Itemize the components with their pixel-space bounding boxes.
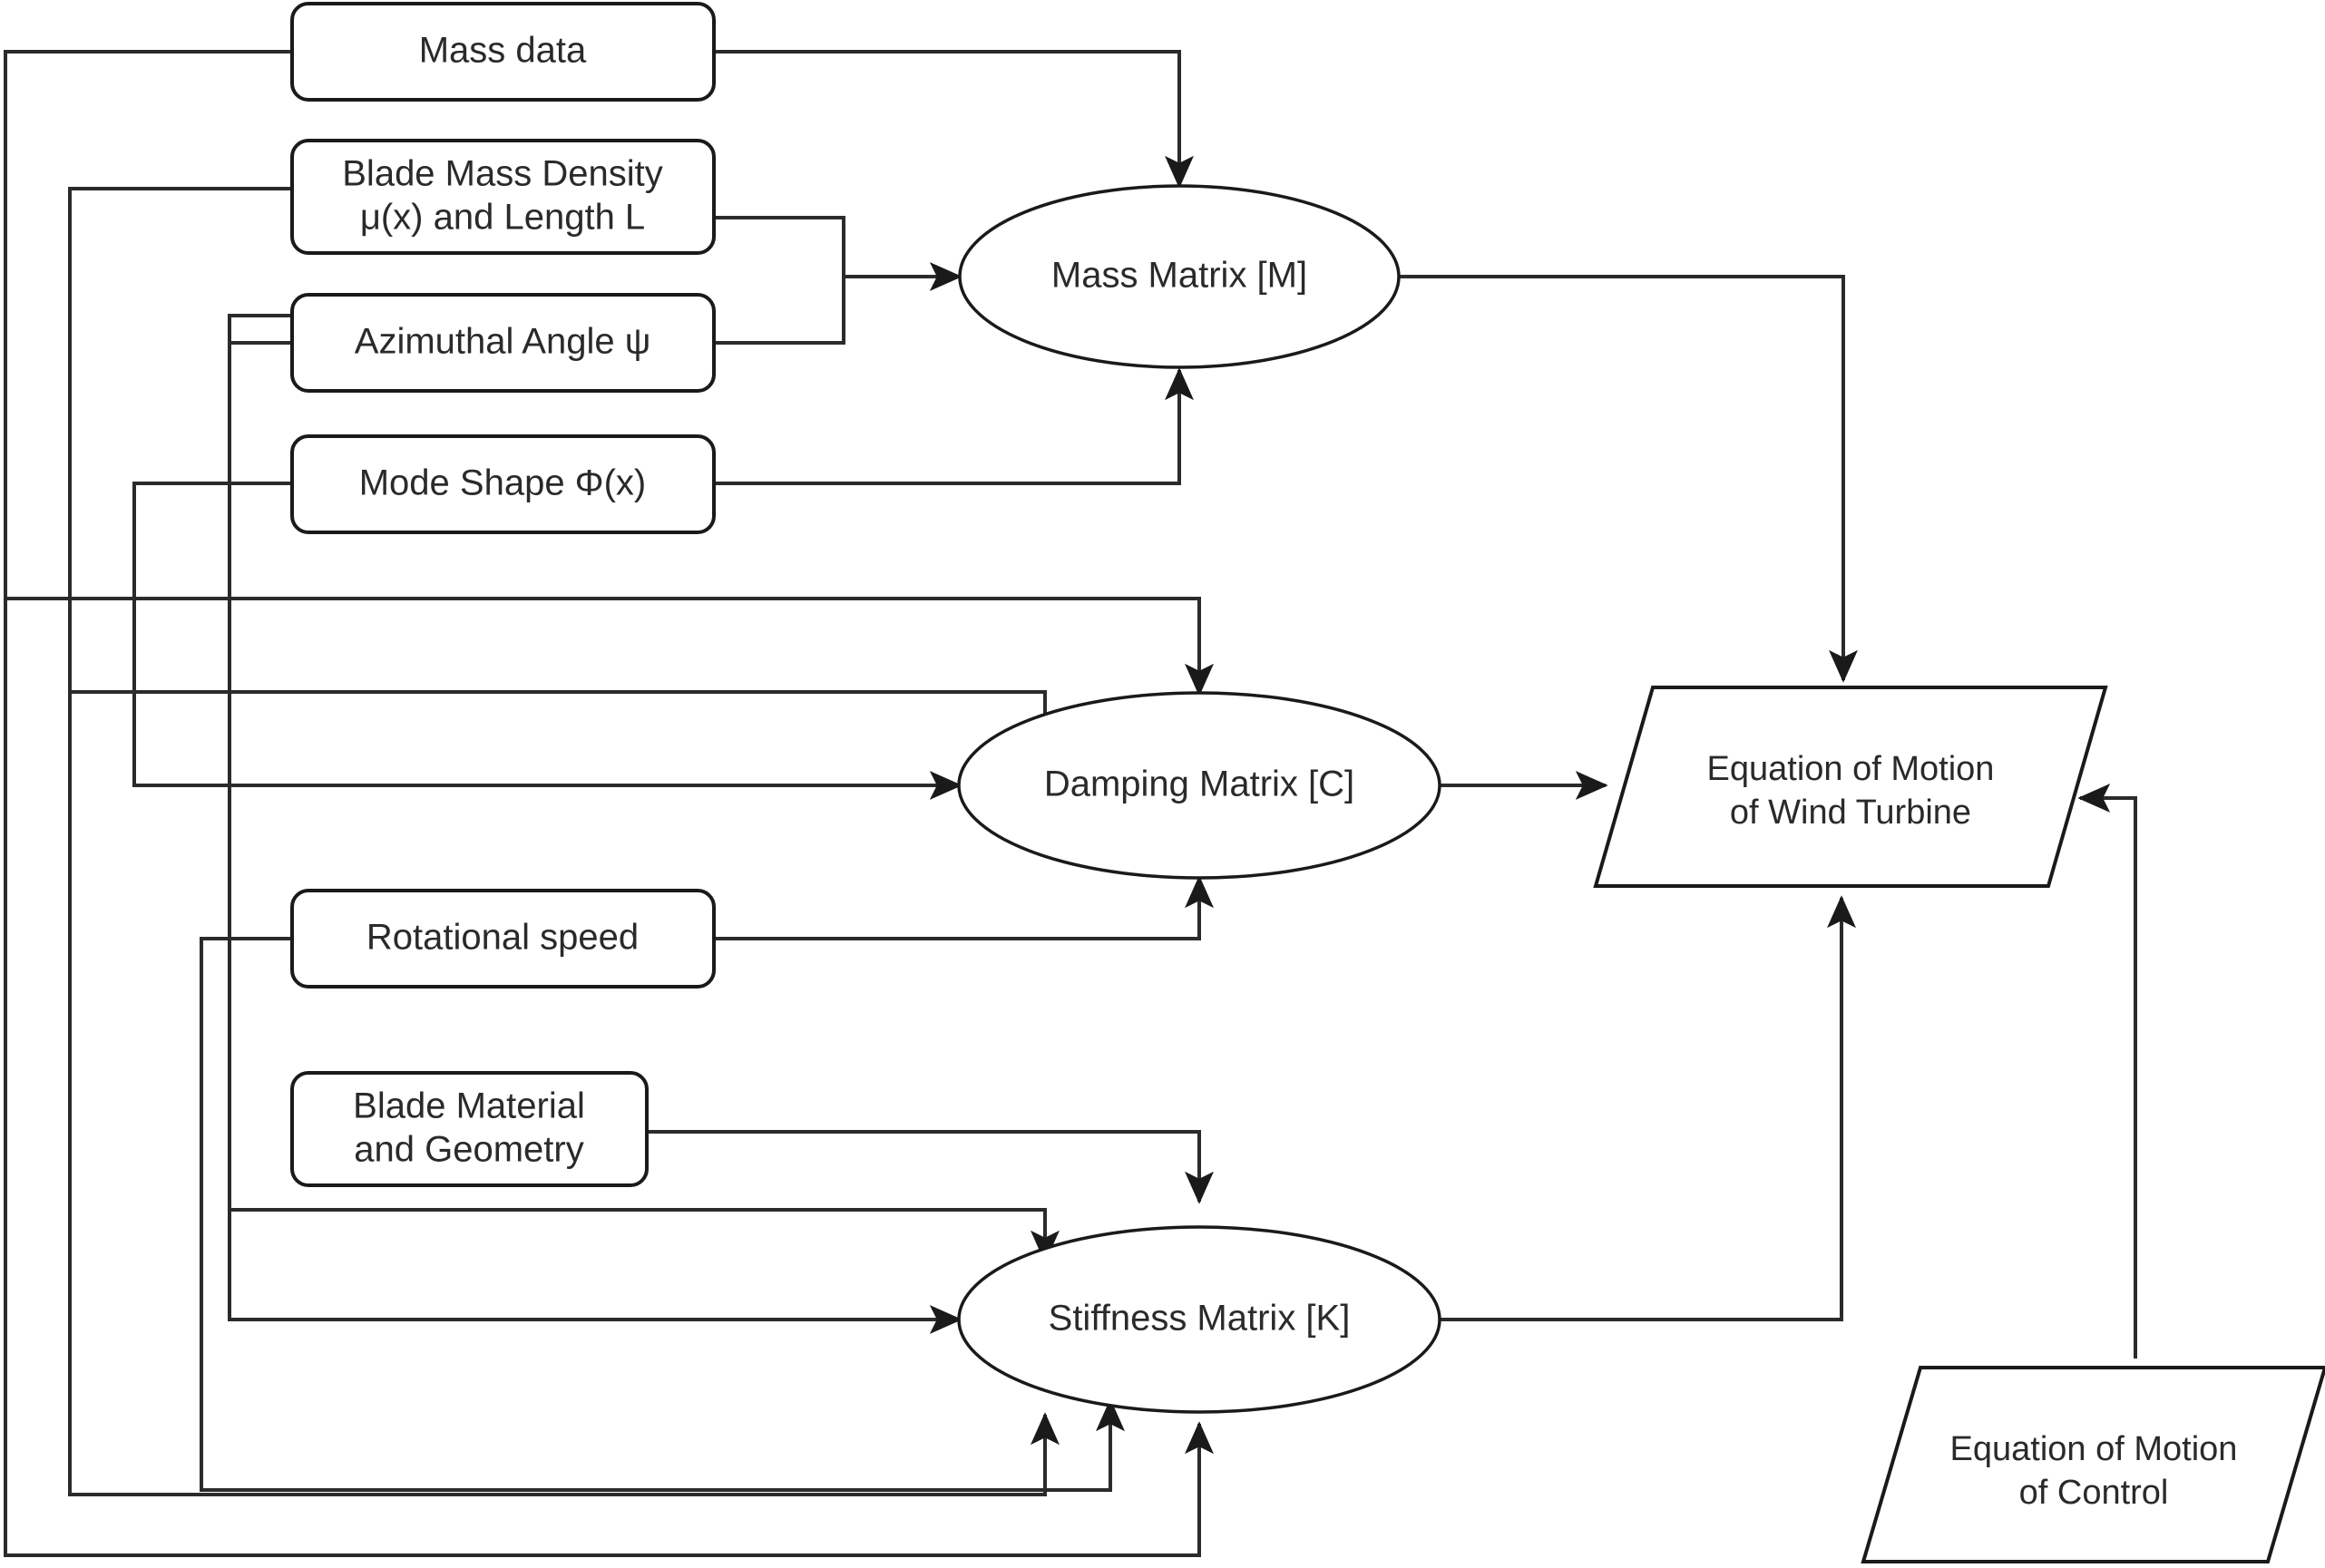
node-stiffness-matrix[interactable]: Stiffness Matrix [K] bbox=[957, 1225, 1441, 1414]
damping-matrix-label: Damping Matrix [C] bbox=[1044, 765, 1354, 804]
node-mass-matrix[interactable]: Mass Matrix [M] bbox=[958, 184, 1401, 369]
eom-control-label-line1: Equation of Motion bbox=[1950, 1430, 2238, 1468]
edge-azimuthal-to-mass-matrix bbox=[714, 277, 845, 345]
edge-eom-control-to-eom-wind-turbine bbox=[2077, 784, 2137, 1359]
edge-blade-material-to-stiffness-matrix bbox=[647, 1130, 1214, 1204]
node-mass-data[interactable]: Mass data bbox=[290, 2, 716, 102]
eom-control-label-line2: of Control bbox=[2019, 1474, 2169, 1512]
azimuthal-angle-label: Azimuthal Angle ψ bbox=[355, 322, 650, 362]
eom-wind-turbine-label-line1: Equation of Motion bbox=[1707, 750, 1995, 788]
mass-data-label: Mass data bbox=[419, 31, 587, 71]
rotational-speed-label: Rotational speed bbox=[366, 918, 639, 958]
node-eom-control[interactable]: Equation of Motion of Control bbox=[1861, 1366, 2325, 1563]
flowchart-canvas: Mass data Blade Mass Density μ(x) and Le… bbox=[0, 0, 2325, 1568]
mode-shape-label: Mode Shape Φ(x) bbox=[359, 463, 647, 503]
edge-stiffness-matrix-to-eom-wind-turbine bbox=[1424, 895, 1856, 1321]
edge-blade-density-to-mass-matrix bbox=[714, 216, 962, 291]
blade-material-label-line1: Blade Material bbox=[353, 1086, 585, 1126]
eom-wind-turbine-label-line2: of Wind Turbine bbox=[1730, 794, 1971, 832]
node-blade-material[interactable]: Blade Material and Geometry bbox=[290, 1071, 649, 1187]
mass-matrix-label: Mass Matrix [M] bbox=[1051, 256, 1307, 296]
node-azimuthal-angle[interactable]: Azimuthal Angle ψ bbox=[290, 293, 716, 393]
blade-mass-density-label-line1: Blade Mass Density bbox=[342, 154, 662, 194]
node-mode-shape[interactable]: Mode Shape Φ(x) bbox=[290, 434, 716, 534]
edge-mode-shape-to-mass-matrix bbox=[714, 367, 1194, 485]
edge-rotational-speed-to-damping-matrix bbox=[714, 875, 1214, 940]
stiffness-matrix-label: Stiffness Matrix [K] bbox=[1049, 1299, 1351, 1339]
flowchart-svg: Mass data Blade Mass Density μ(x) and Le… bbox=[4, 2, 2325, 1563]
edge-mass-data-to-mass-matrix bbox=[714, 50, 1194, 189]
node-damping-matrix[interactable]: Damping Matrix [C] bbox=[957, 691, 1441, 880]
blade-mass-density-label-line2: μ(x) and Length L bbox=[360, 198, 645, 238]
node-blade-mass-density[interactable]: Blade Mass Density μ(x) and Length L bbox=[290, 139, 716, 255]
edge-mass-matrix-to-eom-wind-turbine bbox=[1397, 275, 1858, 683]
node-eom-wind-turbine[interactable]: Equation of Motion of Wind Turbine bbox=[1593, 686, 2108, 888]
edge-rotational-speed-to-stiffness-matrix bbox=[200, 937, 1125, 1492]
node-rotational-speed[interactable]: Rotational speed bbox=[290, 889, 716, 989]
blade-material-label-line2: and Geometry bbox=[354, 1130, 583, 1170]
